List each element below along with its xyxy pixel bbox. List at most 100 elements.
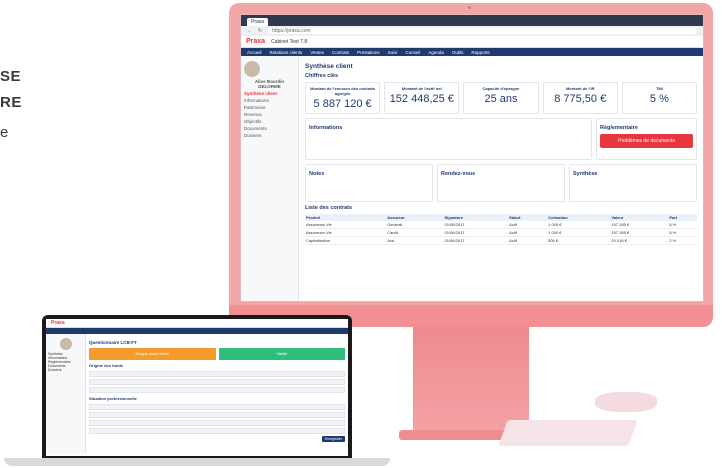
laptop-status-bar: Risque client élevé Validé <box>89 348 345 360</box>
sidebar-item[interactable]: Patrimoine <box>244 105 295 110</box>
contracts-title: Liste des contrats <box>305 205 353 211</box>
submit-button[interactable]: Enregistrer <box>321 436 345 442</box>
rdv-panel: Rendez-vous <box>437 164 565 202</box>
laptop-field[interactable] <box>89 404 345 410</box>
contracts-table: Produit Assureur Signature Statut Cotisa… <box>305 214 697 245</box>
table-cell: Capitalisation <box>305 236 387 245</box>
menu-item[interactable]: Rapports <box>471 50 489 55</box>
laptop-field[interactable] <box>89 420 345 426</box>
avatar <box>244 61 260 77</box>
validated-button[interactable]: Validé <box>218 348 345 360</box>
url-field[interactable]: https://praxa.com <box>268 28 697 34</box>
synth-title: Synthèse <box>573 171 598 177</box>
kpi-value: 152 448,25 € <box>389 93 454 105</box>
background-heading-line-2: RE <box>0 94 22 111</box>
menu-item[interactable]: Agenda <box>428 50 444 55</box>
table-cell: 1 000 € <box>547 228 611 237</box>
laptop-sidebar-item[interactable]: Dossiers <box>48 368 83 372</box>
sidebar: Alice Bourdin DELORME Synthèse client In… <box>241 56 299 301</box>
reload-icon[interactable]: ↻ <box>258 28 262 34</box>
laptop-field[interactable] <box>89 412 345 418</box>
laptop-content: Synthèse Informations Réglementaire Docu… <box>46 334 348 454</box>
kpi-card: Capacité d'épargne 25 ans <box>463 82 539 114</box>
menu-item[interactable]: Relations clients <box>270 50 303 55</box>
laptop-field[interactable] <box>89 379 345 385</box>
menu-item[interactable]: Ventes <box>310 50 324 55</box>
browser-tab[interactable]: Praxa <box>247 18 269 26</box>
table-header[interactable]: Cotisation <box>547 214 611 221</box>
kpi-value: 5 887 120 € <box>313 98 372 110</box>
table-cell: Actif <box>508 221 548 229</box>
table-cell: Generali <box>386 221 444 229</box>
sidebar-item[interactable]: Objectifs <box>244 119 295 124</box>
background-heading-line-3: e <box>0 124 9 141</box>
browser-urlbar: ← ↻ https://praxa.com <box>241 26 703 36</box>
page-title: Synthèse client <box>305 63 353 70</box>
menu-item[interactable]: Contrats <box>332 50 349 55</box>
table-cell: 19 018 € <box>610 236 669 245</box>
sidebar-item[interactable]: Dossiers <box>244 133 295 138</box>
menu-item[interactable]: Prestations <box>357 50 380 55</box>
table-cell: Axa <box>386 236 444 245</box>
laptop-app-header: Praxa <box>46 319 348 328</box>
laptop-field[interactable] <box>89 371 345 377</box>
browser-tabbar: Praxa <box>241 15 703 26</box>
kpi-label: Capacité d'épargne <box>482 86 520 91</box>
table-row[interactable]: Capitalisation Axa 01/06/2017 Actif 500 €19 … <box>305 236 697 245</box>
kpi-row: Montant de l'encours des contrats agrégé… <box>305 82 698 114</box>
sidebar-item[interactable]: Informations <box>244 98 295 103</box>
notes-row: Notes Rendez-vous Synthèse <box>305 160 697 202</box>
client-label: Cabinet Test 7.8 <box>271 38 308 45</box>
risk-button[interactable]: Risque client élevé <box>89 348 216 360</box>
kpi-label: TMI <box>655 86 663 91</box>
laptop-sidebar: Synthèse Informations Réglementaire Docu… <box>46 334 86 454</box>
reg-title: Réglementaire <box>600 125 638 131</box>
sidebar-item[interactable]: Documents <box>244 126 295 131</box>
reg-panel: Réglementaire Problèmes de documents <box>596 118 697 160</box>
table-row[interactable]: Assurance Vie Generali 01/06/2017 Actif 1 00… <box>305 221 697 229</box>
table-header[interactable]: Part <box>668 214 697 221</box>
table-cell: Actif <box>508 228 548 237</box>
laptop-base <box>4 458 390 466</box>
kpi-value: 8 775,50 € <box>554 93 607 105</box>
table-cell: 2 % <box>668 236 697 245</box>
laptop-main: Questionnaire LCB-FT Risque client élevé… <box>86 334 348 454</box>
sidebar-item[interactable]: Synthèse client <box>244 91 295 96</box>
kpi-card: Montant de l'IR 8 775,50 € <box>542 82 618 114</box>
table-header[interactable]: Signature <box>443 214 509 221</box>
table-cell: 1 000 € <box>547 221 611 229</box>
table-header[interactable]: Statut <box>508 214 548 221</box>
table-cell: 01/06/2017 <box>443 236 509 245</box>
menu-item[interactable]: Outils <box>452 50 464 55</box>
table-cell: Assurance Vie <box>305 221 387 229</box>
rdv-title: Rendez-vous <box>441 171 476 177</box>
menu-item[interactable]: Accueil <box>247 50 262 55</box>
table-cell: 500 € <box>547 236 611 245</box>
back-icon[interactable]: ← <box>247 28 252 34</box>
main-panel: Synthèse client Chiffres clés Montant de… <box>299 56 703 301</box>
table-row[interactable]: Assurance Vie Cardif 01/06/2017 Actif 1 000 … <box>305 228 697 237</box>
table-header[interactable]: Assureur <box>386 214 444 221</box>
laptop-field[interactable] <box>89 387 345 393</box>
table-header[interactable]: Valeur <box>610 214 669 221</box>
app-logo[interactable]: Praxa <box>246 38 265 45</box>
laptop-field[interactable] <box>89 428 345 434</box>
reg-alert[interactable]: Problèmes de documents <box>600 134 693 148</box>
table-cell: 01/06/2017 <box>443 228 509 237</box>
info-panel: Informations <box>305 118 592 160</box>
kpi-value: 5 % <box>649 93 669 105</box>
table-cell: 8 % <box>668 221 697 229</box>
kpi-label: Montant de l'IR <box>565 86 595 91</box>
table-header-row: Produit Assureur Signature Statut Cotisa… <box>305 214 697 221</box>
table-cell: Actif <box>508 236 548 245</box>
info-title: Informations <box>309 125 343 131</box>
menu-item[interactable]: Conseil <box>405 50 420 55</box>
sidebar-item[interactable]: Revenus <box>244 112 295 117</box>
kpi-card: TMI 5 % <box>621 82 698 114</box>
laptop-app-logo[interactable]: Praxa <box>51 320 65 326</box>
table-header[interactable]: Produit <box>305 214 387 221</box>
laptop-screen: Praxa Synthèse Informations Réglementair… <box>46 319 348 456</box>
menu-item[interactable]: Suivi <box>388 50 398 55</box>
imac-camera <box>468 6 471 9</box>
kpi-card: Montant de l'encours des contrats agrégé… <box>305 82 381 114</box>
